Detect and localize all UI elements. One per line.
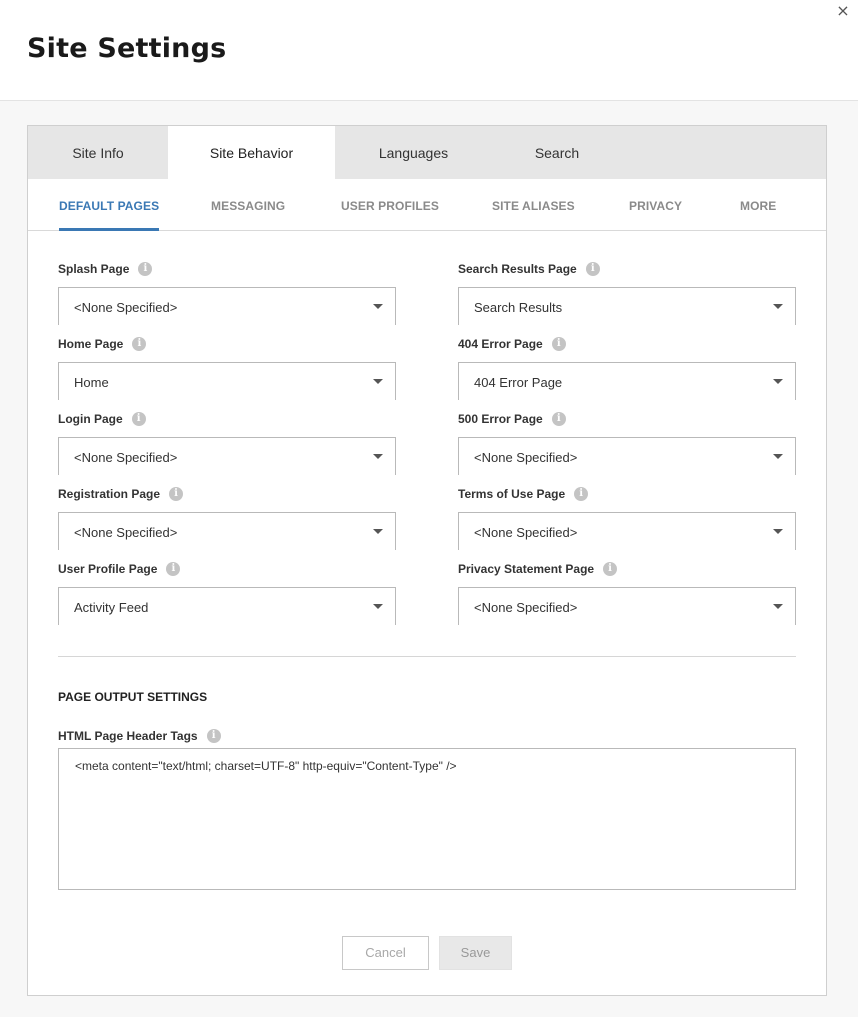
home-page-select[interactable]: Home [58,362,396,400]
select-value: <None Specified> [74,450,178,465]
error-500-page-select[interactable]: <None Specified> [458,437,796,475]
dialog-body: Site Info Site Behavior Languages Search… [0,101,858,1017]
registration-page-select[interactable]: <None Specified> [58,512,396,550]
chevron-down-icon [773,604,783,609]
subtab-default-pages[interactable]: DEFAULT PAGES [59,179,160,231]
home-page-field: Home Page i Home [58,334,396,400]
subtab-site-aliases[interactable]: SITE ALIASES [492,179,575,231]
chevron-down-icon [773,529,783,534]
chevron-down-icon [373,304,383,309]
subtab-privacy[interactable]: PRIVACY [629,179,682,231]
header-tags-textarea[interactable]: <meta content="text/html; charset=UTF-8"… [58,748,796,890]
select-value: Home [74,375,109,390]
info-icon[interactable]: i [551,337,566,351]
chevron-down-icon [773,454,783,459]
info-icon[interactable]: i [551,412,566,426]
tab-site-info[interactable]: Site Info [28,126,168,179]
page-output-settings-heading: PAGE OUTPUT SETTINGS [58,690,208,704]
section-divider [58,656,796,657]
select-value: 404 Error Page [474,375,563,390]
select-value: <None Specified> [74,525,178,540]
subtab-messaging[interactable]: MESSAGING [211,179,285,231]
info-icon[interactable]: i [574,487,589,501]
chevron-down-icon [373,529,383,534]
subtab-user-profiles[interactable]: USER PROFILES [341,179,439,231]
login-page-select[interactable]: <None Specified> [58,437,396,475]
terms-of-use-page-field: Terms of Use Page i <None Specified> [458,484,796,550]
chevron-down-icon [773,379,783,384]
field-label: Login Page [58,412,123,426]
terms-of-use-page-select[interactable]: <None Specified> [458,512,796,550]
privacy-statement-page-select[interactable]: <None Specified> [458,587,796,625]
select-value: <None Specified> [74,300,178,315]
field-label: Registration Page [58,487,161,501]
search-results-page-select[interactable]: Search Results [458,287,796,325]
select-value: Search Results [474,300,563,315]
page-title: Site Settings [27,33,227,64]
error-404-page-select[interactable]: 404 Error Page [458,362,796,400]
field-label: Search Results Page [458,262,577,276]
subtab-more[interactable]: MORE [740,179,776,231]
field-label: Splash Page [58,262,130,276]
field-label: 404 Error Page [458,337,543,351]
chevron-down-icon [373,604,383,609]
dialog-header: Site Settings [0,0,858,101]
info-icon[interactable]: i [138,262,153,276]
field-label: Terms of Use Page [458,487,566,501]
tab-search[interactable]: Search [492,126,622,179]
info-icon[interactable]: i [169,487,184,501]
field-label: HTML Page Header Tags [58,729,198,743]
info-icon[interactable]: i [603,562,618,576]
settings-panel: Site Info Site Behavior Languages Search… [27,125,827,996]
chevron-down-icon [773,304,783,309]
login-page-field: Login Page i <None Specified> [58,409,396,475]
field-label: User Profile Page [58,562,158,576]
splash-page-select[interactable]: <None Specified> [58,287,396,325]
select-value: <None Specified> [474,525,578,540]
chevron-down-icon [373,379,383,384]
sub-tabs: DEFAULT PAGES MESSAGING USER PROFILES SI… [28,179,826,231]
search-results-page-field: Search Results Page i Search Results [458,259,796,325]
header-tags-label: HTML Page Header Tags i [58,726,221,746]
error-404-page-field: 404 Error Page i 404 Error Page [458,334,796,400]
field-label: Home Page [58,337,124,351]
info-icon[interactable]: i [585,262,600,276]
error-500-page-field: 500 Error Page i <None Specified> [458,409,796,475]
info-icon[interactable]: i [166,562,181,576]
privacy-statement-page-field: Privacy Statement Page i <None Specified> [458,559,796,625]
info-icon[interactable]: i [132,337,147,351]
field-label: 500 Error Page [458,412,543,426]
tab-languages[interactable]: Languages [335,126,492,179]
user-profile-page-select[interactable]: Activity Feed [58,587,396,625]
info-icon[interactable]: i [131,412,146,426]
select-value: Activity Feed [74,600,149,615]
close-icon[interactable]: × [836,3,850,19]
tab-site-behavior[interactable]: Site Behavior [168,126,335,179]
registration-page-field: Registration Page i <None Specified> [58,484,396,550]
main-tabs: Site Info Site Behavior Languages Search [28,126,826,179]
cancel-button[interactable]: Cancel [342,936,429,970]
user-profile-page-field: User Profile Page i Activity Feed [58,559,396,625]
chevron-down-icon [373,454,383,459]
select-value: <None Specified> [474,450,578,465]
field-label: Privacy Statement Page [458,562,595,576]
info-icon[interactable]: i [206,729,221,743]
splash-page-field: Splash Page i <None Specified> [58,259,396,325]
select-value: <None Specified> [474,600,578,615]
save-button[interactable]: Save [439,936,512,970]
